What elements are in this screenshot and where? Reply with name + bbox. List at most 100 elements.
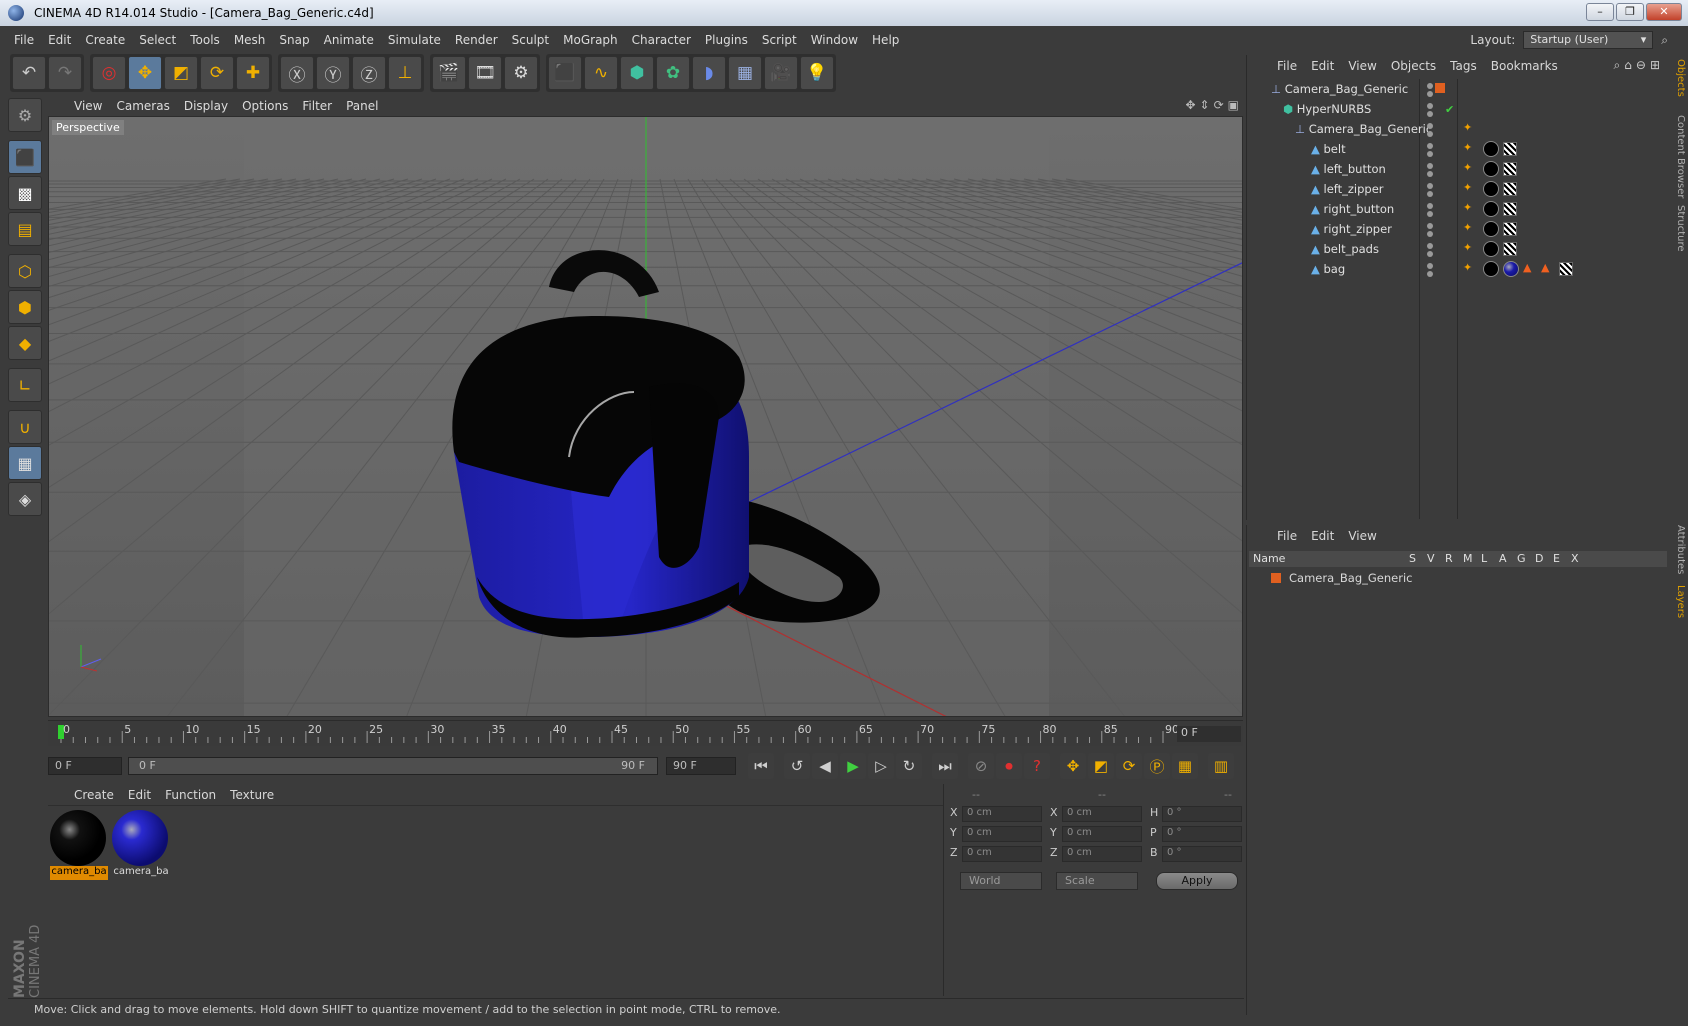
undo-icon[interactable]: ↶ — [12, 56, 46, 90]
menu-simulate[interactable]: Simulate — [388, 33, 441, 47]
workplane-mode-icon[interactable]: ▤ — [8, 212, 42, 246]
layout-select[interactable]: Startup (User) ▾ — [1523, 31, 1654, 49]
render-visibility-dot[interactable] — [1427, 111, 1433, 117]
rotation-h-field[interactable]: 0 ° — [1162, 806, 1242, 822]
phong-tag-icon[interactable]: ✦ — [1463, 141, 1472, 154]
material-swatch-black[interactable]: camera_ba — [50, 810, 108, 880]
editor-visibility-dot[interactable] — [1427, 163, 1433, 169]
menu-create[interactable]: Create — [85, 33, 125, 47]
layer-row[interactable]: Camera_Bag_Generic — [1249, 569, 1667, 587]
next-key-icon[interactable]: ↻ — [896, 753, 922, 779]
maximize-view-icon[interactable]: ▣ — [1228, 98, 1239, 112]
object-row[interactable]: ▲ belt_pads — [1247, 239, 1667, 259]
model-mode-icon[interactable]: ⬛ — [8, 140, 42, 174]
close-button[interactable]: ✕ — [1646, 3, 1682, 21]
rotation-b-field[interactable]: 0 ° — [1162, 846, 1242, 862]
uvw-tag-icon[interactable] — [1503, 222, 1517, 236]
material-tag-icon[interactable] — [1483, 201, 1499, 217]
live-selection-icon[interactable]: ◎ — [92, 56, 126, 90]
snap-magnet-icon[interactable]: ∪ — [8, 410, 42, 444]
om-menu-bookmarks[interactable]: Bookmarks — [1491, 59, 1558, 73]
render-visibility-dot[interactable] — [1427, 271, 1433, 277]
current-frame-field[interactable]: 0 F — [1177, 726, 1241, 742]
layer-color-swatch[interactable] — [1271, 573, 1281, 583]
material-tag-icon[interactable] — [1483, 181, 1499, 197]
recent-tool-icon[interactable]: ✚ — [236, 56, 270, 90]
render-visibility-dot[interactable] — [1427, 151, 1433, 157]
menu-sculpt[interactable]: Sculpt — [512, 33, 549, 47]
menu-animate[interactable]: Animate — [324, 33, 374, 47]
phong-tag-icon[interactable]: ✦ — [1463, 181, 1472, 194]
play-forward-icon[interactable]: ▶ — [840, 753, 866, 779]
rotate-tool-icon[interactable]: ⟳ — [200, 56, 234, 90]
size-z-field[interactable]: 0 cm — [1062, 846, 1142, 862]
om-menu-objects[interactable]: Objects — [1391, 59, 1436, 73]
previous-frame-icon[interactable]: ◀ — [812, 753, 838, 779]
render-visibility-dot[interactable] — [1427, 91, 1433, 97]
orbit-view-icon[interactable]: ⟳ — [1214, 98, 1224, 112]
position-x-field[interactable]: 0 cm — [962, 806, 1042, 822]
light-icon[interactable]: 💡 — [800, 56, 834, 90]
mograph-cloner-icon[interactable]: ✿ — [656, 56, 690, 90]
spline-icon[interactable]: ∿ — [584, 56, 618, 90]
material-menu-texture[interactable]: Texture — [230, 788, 274, 802]
object-row[interactable]: ▲ belt — [1247, 139, 1667, 159]
floor-scene-icon[interactable]: ▦ — [728, 56, 762, 90]
editor-visibility-dot[interactable] — [1427, 223, 1433, 229]
move-tool-icon[interactable]: ✥ — [128, 56, 162, 90]
axis-mode-icon[interactable]: ∟ — [8, 368, 42, 402]
new-window-icon[interactable]: ⊞ — [1650, 58, 1660, 73]
go-to-end-icon[interactable]: ⏭ — [932, 753, 958, 779]
polygons-mode-icon[interactable]: ◆ — [8, 326, 42, 360]
render-visibility-dot[interactable] — [1427, 251, 1433, 257]
coordinate-system-icon[interactable]: ⊥ — [388, 56, 422, 90]
menu-character[interactable]: Character — [632, 33, 691, 47]
render-visibility-dot[interactable] — [1427, 171, 1433, 177]
nurbs-icon[interactable]: ⬢ — [620, 56, 654, 90]
search-icon[interactable]: ⌕ — [1614, 58, 1621, 73]
material-tag-icon[interactable] — [1503, 261, 1519, 277]
menu-file[interactable]: File — [14, 33, 34, 47]
layer-color-tag[interactable] — [1435, 83, 1445, 93]
menu-snap[interactable]: Snap — [279, 33, 309, 47]
om-menu-file[interactable]: File — [1277, 59, 1297, 73]
side-tab-layers[interactable]: Layers — [1670, 585, 1686, 618]
object-row[interactable]: ▲ bag — [1247, 259, 1667, 279]
side-tab-content-browser[interactable]: Content Browser — [1670, 115, 1686, 198]
material-tag-icon[interactable] — [1483, 161, 1499, 177]
material-menu-edit[interactable]: Edit — [128, 788, 151, 802]
material-tag-icon[interactable] — [1483, 221, 1499, 237]
layer-col-render[interactable]: R — [1445, 552, 1453, 565]
planar-workplane-icon[interactable]: ◈ — [8, 482, 42, 516]
layer-col-xref[interactable]: X — [1571, 552, 1579, 565]
side-tab-objects[interactable]: Objects — [1670, 59, 1686, 97]
menu-help[interactable]: Help — [872, 33, 899, 47]
viewport-menu-view[interactable]: View — [74, 99, 102, 113]
key-rotation-icon[interactable]: ⟳ — [1116, 753, 1142, 779]
home-icon[interactable]: ⌂ — [1624, 58, 1632, 73]
render-visibility-dot[interactable] — [1427, 231, 1433, 237]
uvw-tag-icon[interactable] — [1503, 242, 1517, 256]
editor-visibility-dot[interactable] — [1427, 263, 1433, 269]
render-settings-icon[interactable]: ⚙ — [504, 56, 538, 90]
material-tag-icon[interactable] — [1483, 241, 1499, 257]
apply-button[interactable]: Apply — [1156, 872, 1238, 890]
menu-window[interactable]: Window — [811, 33, 858, 47]
render-view-icon[interactable]: 🎬 — [432, 56, 466, 90]
editor-visibility-dot[interactable] — [1427, 143, 1433, 149]
phong-tag-icon[interactable]: ✦ — [1463, 201, 1472, 214]
end-frame-field[interactable]: 90 F — [666, 757, 736, 775]
perspective-viewport[interactable]: Perspective — [48, 116, 1243, 717]
material-tag-icon[interactable] — [1483, 261, 1499, 277]
menu-edit[interactable]: Edit — [48, 33, 71, 47]
lm-menu-view[interactable]: View — [1348, 529, 1376, 543]
record-keys-icon[interactable]: ⊘ — [968, 753, 994, 779]
om-menu-view[interactable]: View — [1348, 59, 1376, 73]
timeline-window-icon[interactable]: ▥ — [1208, 753, 1234, 779]
selection-tag-icon[interactable]: ▲ — [1541, 261, 1549, 274]
render-visibility-dot[interactable] — [1427, 191, 1433, 197]
previous-key-icon[interactable]: ↺ — [784, 753, 810, 779]
search-icon[interactable]: ⌕ — [1661, 33, 1668, 48]
layer-col-solo[interactable]: S — [1409, 552, 1416, 565]
layer-col-locked[interactable]: L — [1481, 552, 1487, 565]
